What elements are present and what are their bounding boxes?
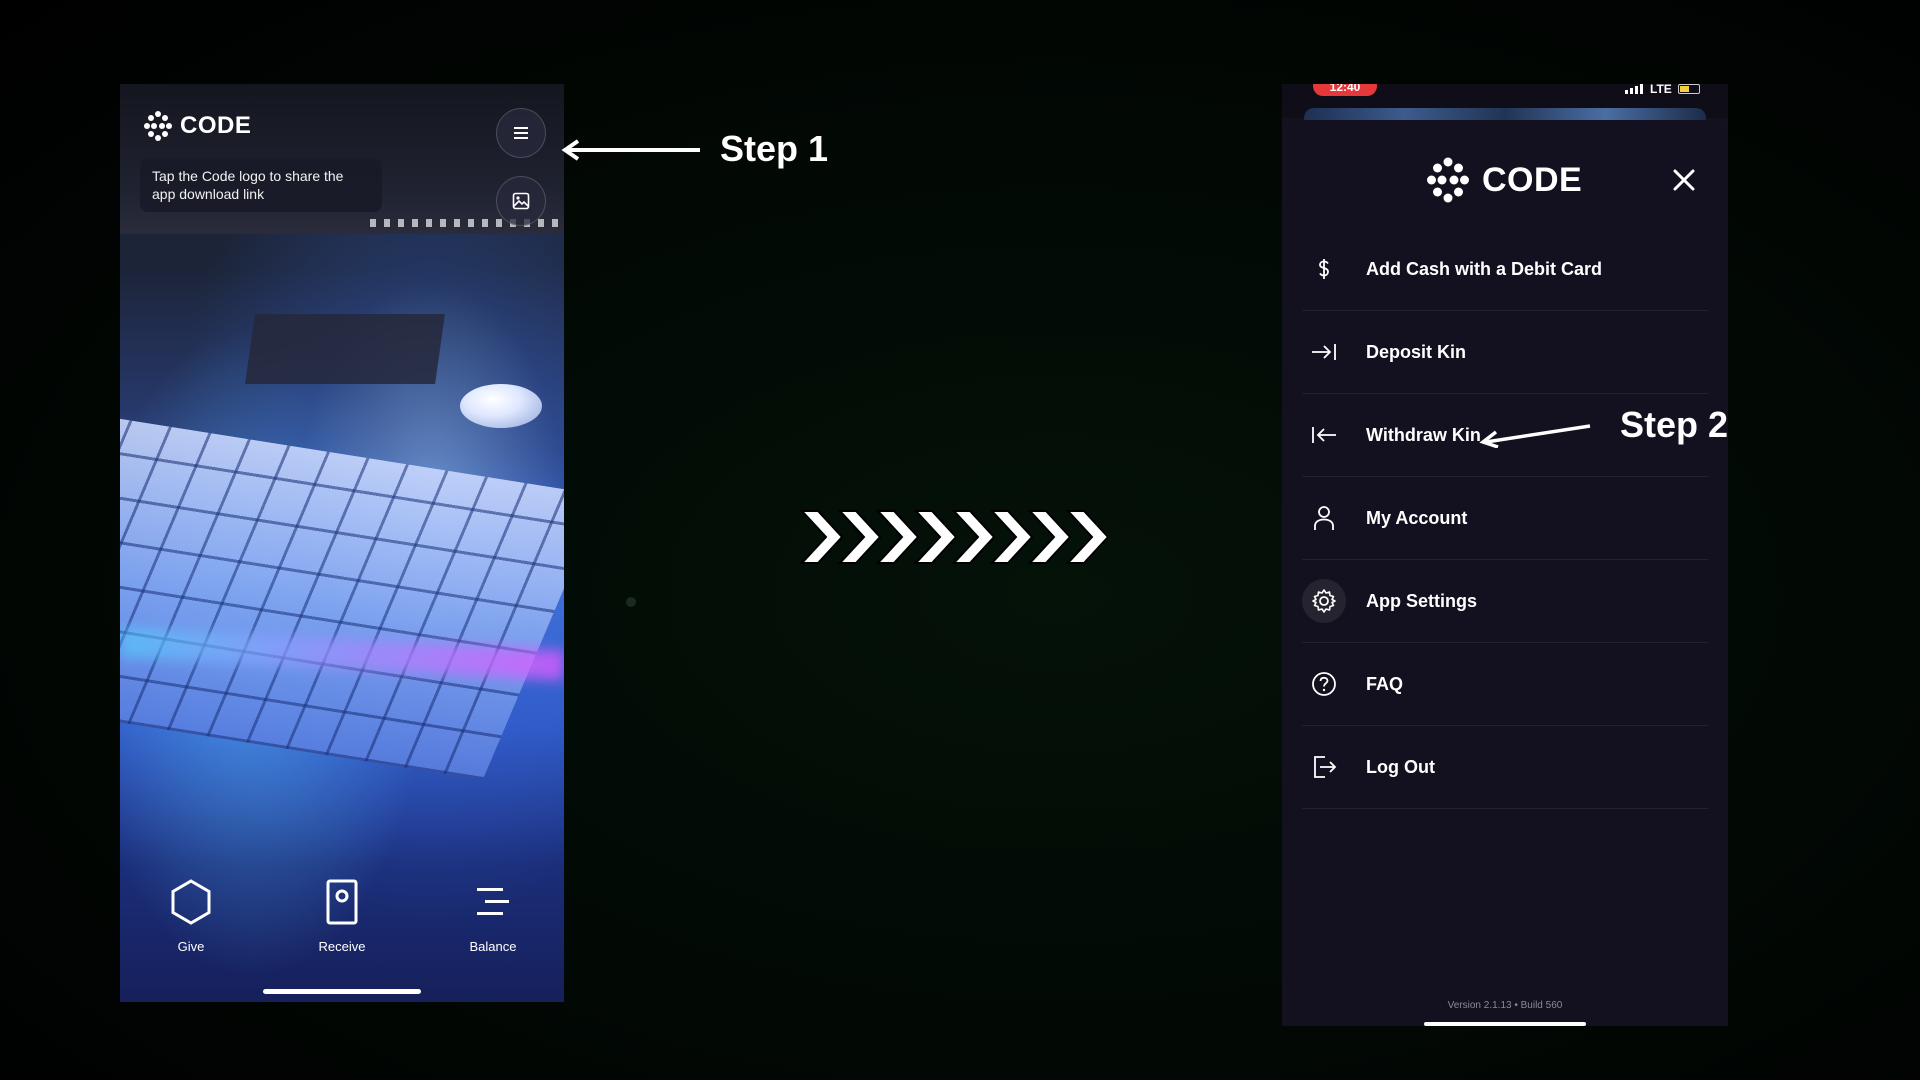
menu-item-label: Deposit Kin [1366, 341, 1467, 362]
dollar-icon [1302, 247, 1346, 291]
photo-button[interactable] [496, 176, 546, 226]
menu-item-label: App Settings [1366, 590, 1477, 611]
balance-label: Balance [469, 939, 517, 954]
receive-label: Receive [318, 939, 366, 954]
balance-lines-icon [477, 888, 509, 915]
arrow-left-bar-icon [1302, 413, 1346, 457]
menu-item-deposit-kin[interactable]: Deposit Kin [1302, 311, 1708, 394]
balance-button[interactable]: Balance [443, 878, 543, 954]
battery-icon [1678, 84, 1700, 94]
menu-item-label: Withdraw Kin [1366, 424, 1481, 445]
give-button[interactable]: Give [141, 878, 241, 954]
step1-label: Step 1 [720, 128, 829, 169]
menu-item-add-cash[interactable]: Add Cash with a Debit Card [1302, 228, 1708, 311]
code-logo[interactable]: CODE [142, 110, 251, 142]
gear-icon [1302, 579, 1346, 623]
menu-item-label: My Account [1366, 507, 1468, 528]
chevron-arrows-icon [800, 510, 1110, 564]
hamburger-menu-icon [514, 127, 528, 139]
code-logo: CODE [1424, 156, 1582, 204]
menu-button[interactable] [496, 108, 546, 158]
menu-item-label: FAQ [1366, 673, 1404, 694]
code-logo-text: CODE [1482, 160, 1583, 199]
logout-icon [1302, 745, 1346, 789]
menu-sheet: CODE Add Cash with a Debit Card Deposit … [1282, 120, 1728, 1026]
step1-arrow [561, 139, 700, 161]
photo-icon [512, 192, 530, 210]
menu-item-app-settings[interactable]: App Settings [1302, 560, 1708, 643]
menu-item-faq[interactable]: FAQ [1302, 643, 1708, 726]
network-type: LTE [1650, 84, 1672, 96]
menu-item-label: Log Out [1366, 756, 1435, 777]
receive-button[interactable]: Receive [292, 878, 392, 954]
home-indicator [263, 989, 421, 994]
code-logo-icon [1427, 157, 1469, 203]
step2-label: Step 2 [1620, 404, 1729, 445]
arrow-right-bar-icon [1302, 330, 1346, 374]
code-logo-icon [144, 111, 172, 141]
code-logo-text: CODE [180, 112, 252, 139]
menu-item-label: Add Cash with a Debit Card [1366, 258, 1603, 279]
camera-background-box [245, 314, 445, 384]
camera-background-airpods [460, 384, 542, 428]
person-icon [1302, 496, 1346, 540]
receive-code-icon [326, 879, 358, 925]
signal-icon [1625, 84, 1643, 94]
menu-item-log-out[interactable]: Log Out [1302, 726, 1708, 809]
left-phone-screenshot: CODE Tap the Code logo to share the app … [120, 84, 564, 1002]
give-label: Give [177, 939, 205, 954]
close-icon[interactable] [1670, 166, 1698, 194]
share-tooltip: Tap the Code logo to share the app downl… [140, 158, 382, 212]
right-phone-screenshot: 12:40 LTE CODE Add Cash with a Debit Car… [1282, 84, 1728, 1026]
version-text: Version 2.1.13 • Build 560 [1447, 1000, 1563, 1011]
status-time: 12:40 [1313, 84, 1377, 96]
hexagon-icon [171, 879, 211, 925]
step2-arrow [1479, 424, 1591, 448]
camera-background-keyboard [120, 414, 564, 780]
home-indicator [1424, 1022, 1586, 1026]
stray-dot [626, 597, 636, 607]
menu-item-my-account[interactable]: My Account [1302, 477, 1708, 560]
menu-list: Add Cash with a Debit Card Deposit Kin W… [1302, 228, 1708, 809]
question-circle-icon [1302, 662, 1346, 706]
